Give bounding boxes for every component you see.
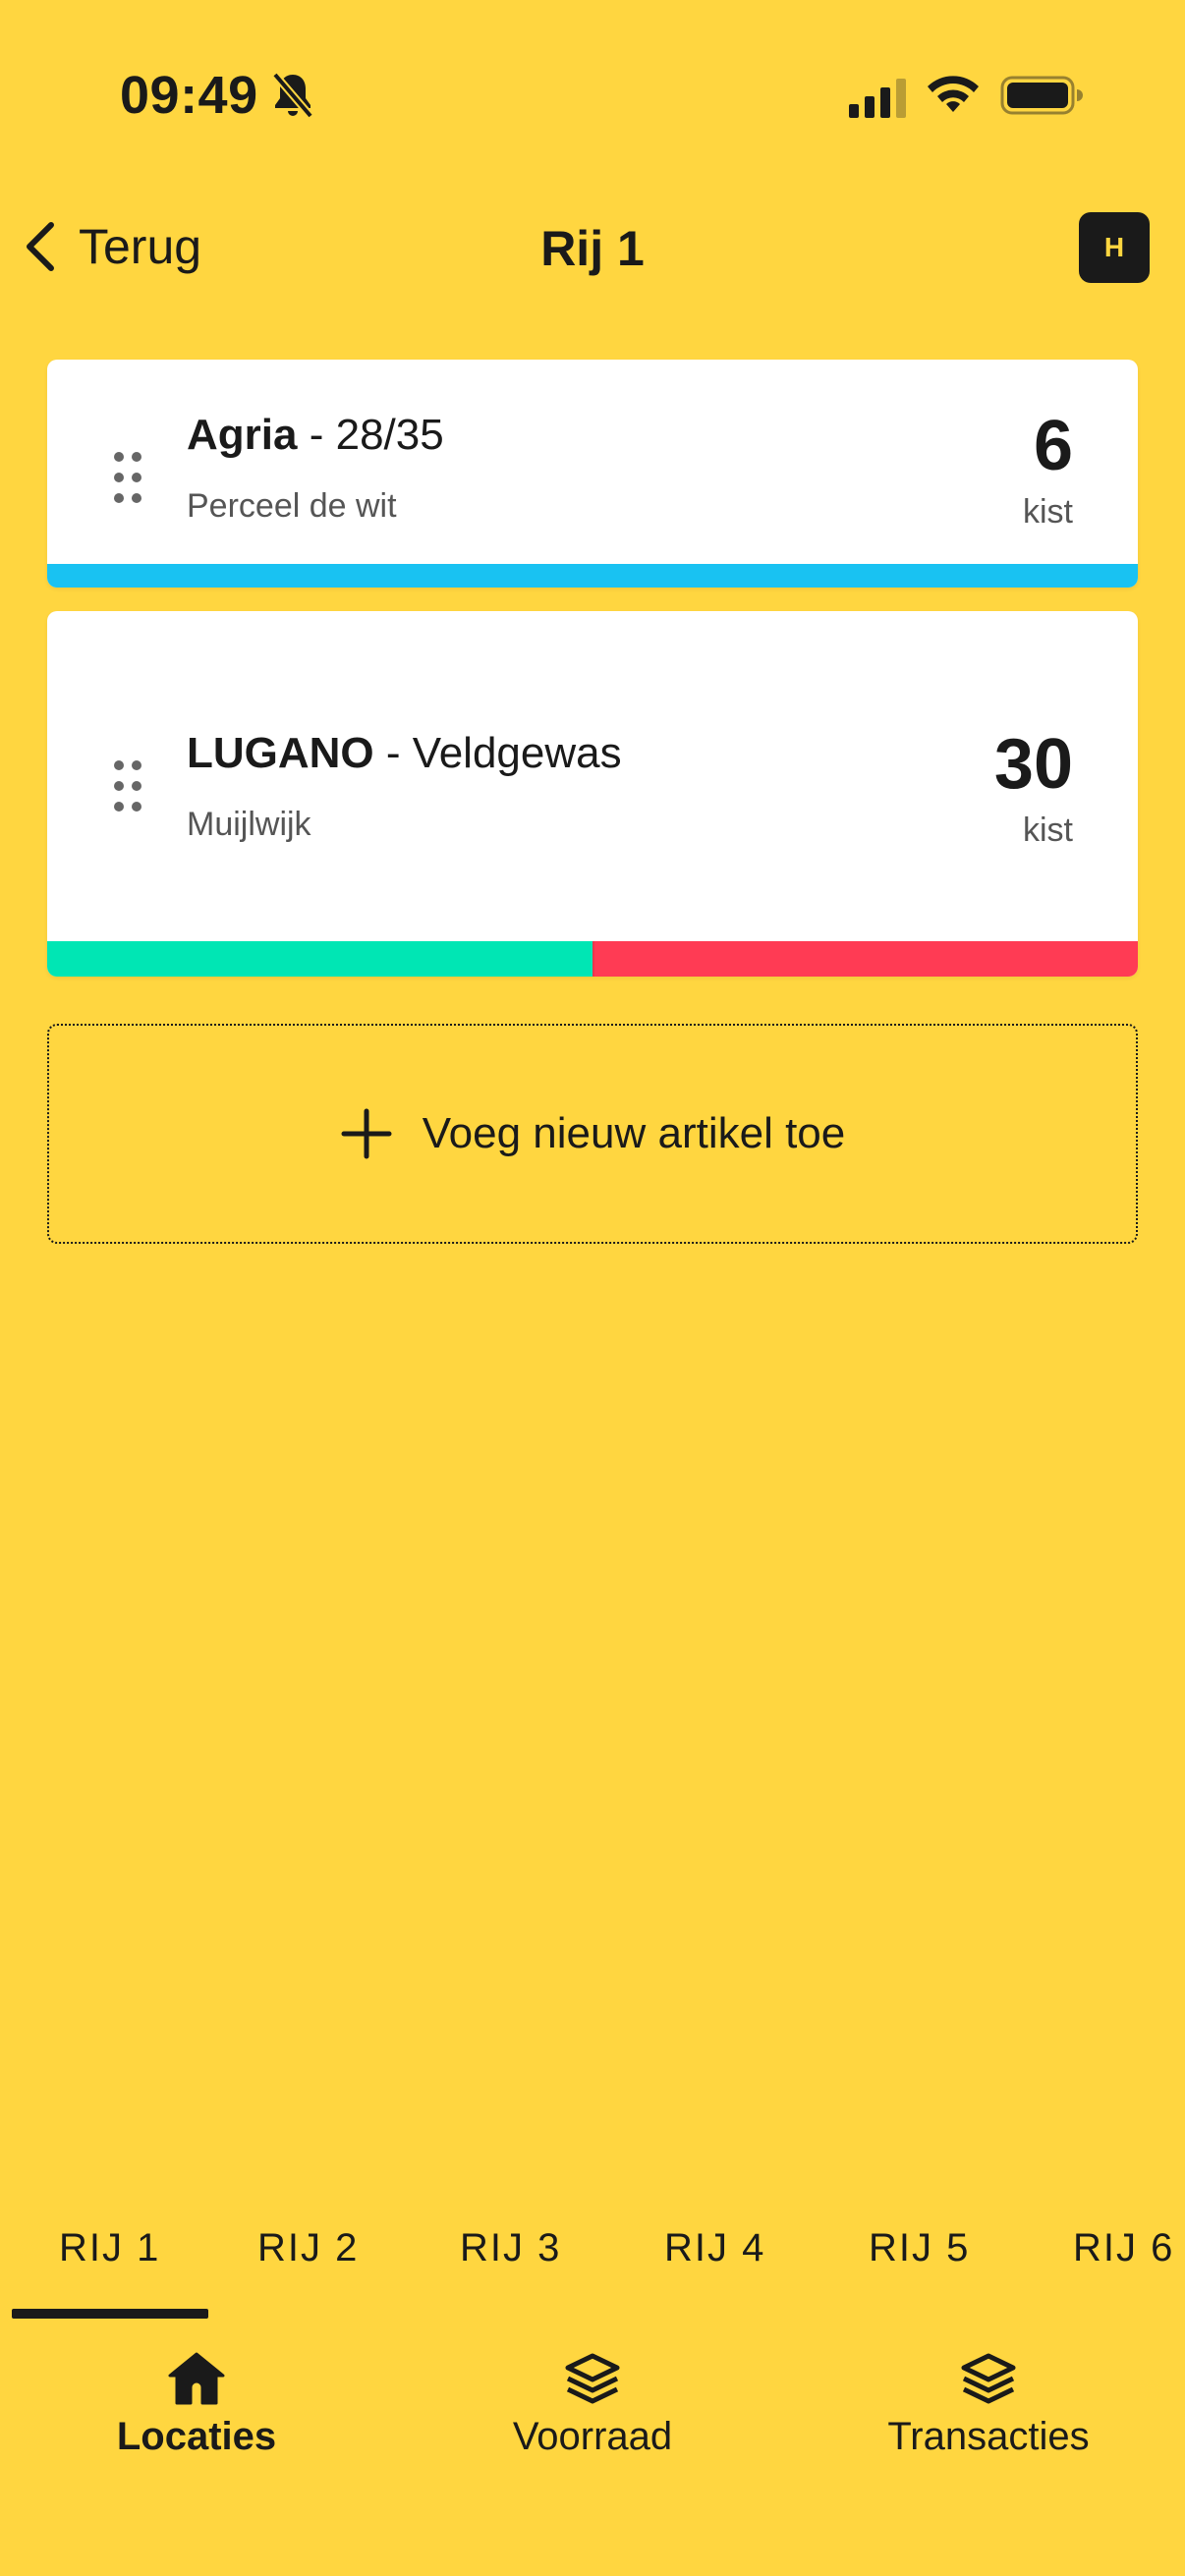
bell-slash-icon (271, 72, 314, 119)
layers-icon (565, 2353, 620, 2404)
article-card[interactable]: LUGANO - Veldgewas Muijlwijk 30 kist (47, 611, 1138, 977)
home-icon (168, 2352, 225, 2405)
article-quantity: 6 (1033, 407, 1073, 485)
chevron-left-icon (27, 222, 54, 271)
back-button[interactable]: Terug (20, 212, 201, 281)
nav-label: Transacties (887, 2415, 1090, 2458)
tab-rij-1[interactable]: RIJ 1 (59, 2226, 160, 2270)
plus-icon (341, 1108, 392, 1159)
article-location: Muijlwijk (187, 806, 311, 843)
status-bar-segment (47, 564, 1138, 588)
article-unit: kist (1023, 812, 1073, 849)
status-bar: 09:49 (0, 0, 1185, 187)
row-tab-bar: RIJ 1 RIJ 2 RIJ 3 RIJ 4 RIJ 5 RIJ 6 (0, 2197, 1185, 2319)
nav-locaties[interactable]: Locaties (29, 2348, 364, 2459)
battery-icon (1000, 76, 1083, 115)
avatar[interactable]: H (1079, 212, 1150, 283)
status-bar-segment (47, 941, 592, 977)
drag-handle-icon[interactable] (112, 450, 143, 505)
tab-rij-3[interactable]: RIJ 3 (460, 2226, 561, 2270)
nav-label: Locaties (116, 2415, 277, 2458)
article-unit: kist (1023, 493, 1073, 531)
nav-voorraad[interactable]: Voorraad (425, 2348, 760, 2459)
status-bar-segment (592, 941, 1138, 977)
status-bar-strip (47, 941, 1138, 977)
cellular-signal-icon (849, 79, 906, 118)
add-article-button[interactable]: Voeg nieuw artikel toe (47, 1024, 1138, 1244)
article-title: Agria - 28/35 (187, 411, 444, 460)
layers-icon (961, 2353, 1016, 2404)
tab-rij-2[interactable]: RIJ 2 (257, 2226, 359, 2270)
article-card[interactable]: Agria - 28/35 Perceel de wit 6 kist (47, 360, 1138, 588)
wifi-icon (928, 76, 979, 112)
add-article-label: Voeg nieuw artikel toe (422, 1109, 846, 1157)
title-separator: - (385, 729, 413, 777)
active-tab-indicator (12, 2309, 208, 2319)
article-detail: Veldgewas (412, 729, 622, 777)
tab-rij-4[interactable]: RIJ 4 (664, 2226, 765, 2270)
title-separator: - (309, 411, 336, 459)
article-location: Perceel de wit (187, 487, 397, 525)
nav-label: Voorraad (512, 2415, 673, 2458)
nav-transacties[interactable]: Transacties (821, 2348, 1156, 2459)
status-time: 09:49 (120, 66, 258, 125)
status-bar-strip (47, 564, 1138, 588)
article-name: LUGANO (187, 729, 374, 777)
drag-handle-icon[interactable] (112, 758, 143, 813)
tab-rij-5[interactable]: RIJ 5 (869, 2226, 970, 2270)
bottom-nav: Locaties Voorraad Transacties (0, 2328, 1185, 2486)
article-detail: 28/35 (335, 411, 444, 459)
tab-rij-6[interactable]: RIJ 6 (1073, 2226, 1174, 2270)
article-quantity: 30 (993, 725, 1073, 804)
article-title: LUGANO - Veldgewas (187, 729, 622, 778)
back-label: Terug (79, 219, 202, 274)
article-name: Agria (187, 411, 298, 459)
